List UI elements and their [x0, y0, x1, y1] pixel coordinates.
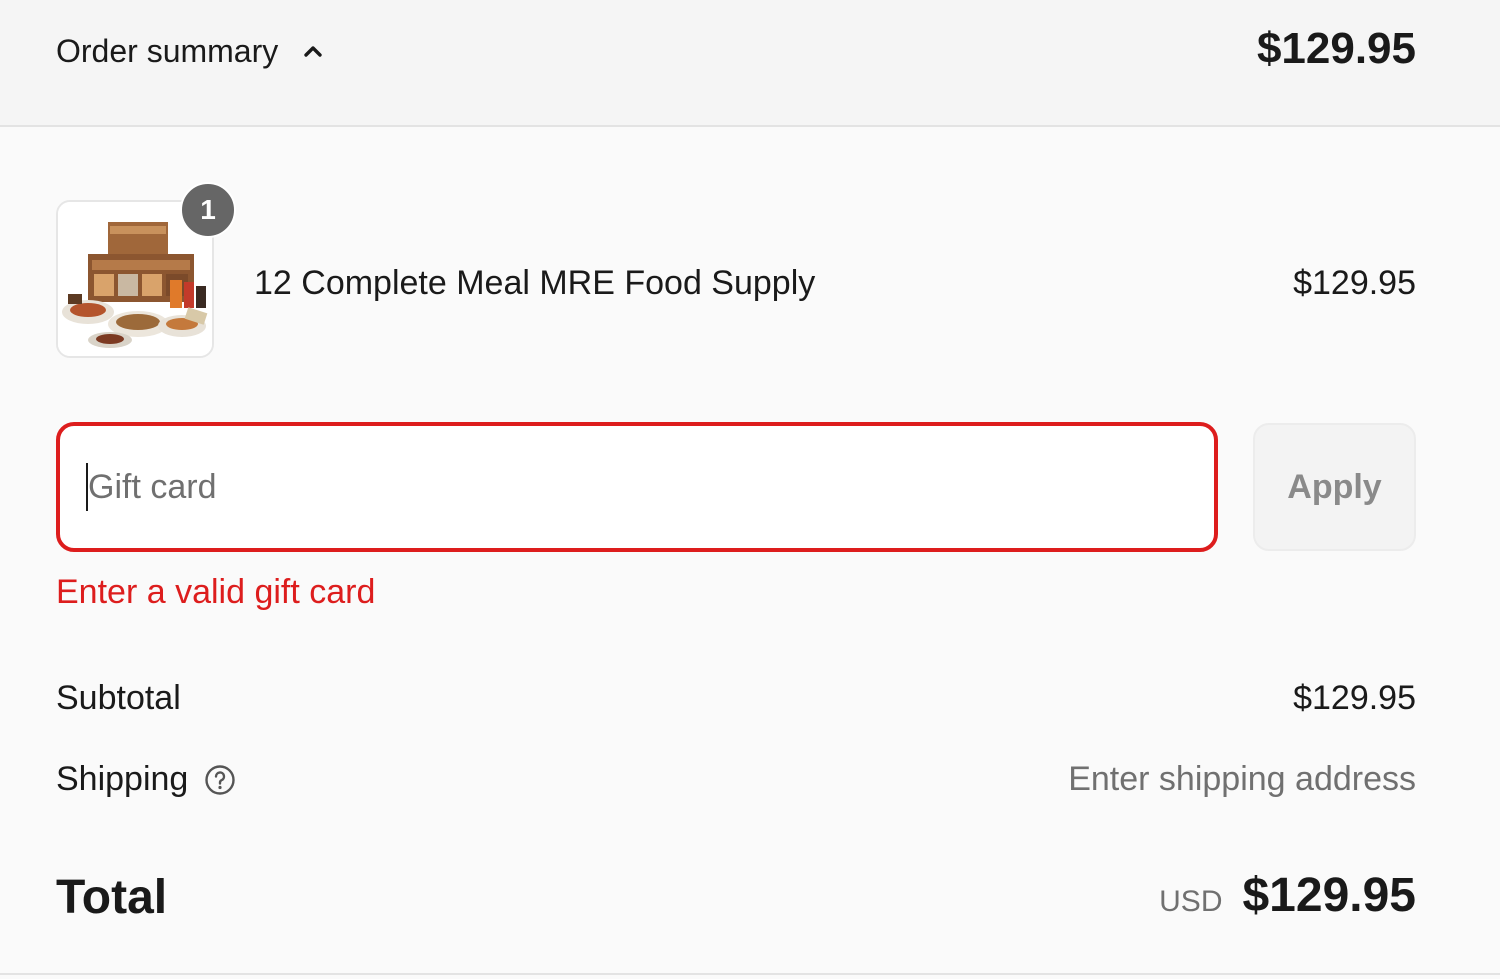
order-summary-label: Order summary	[56, 32, 279, 69]
text-caret	[86, 463, 88, 511]
subtotal-value: $129.95	[1293, 679, 1416, 717]
shipping-label: Shipping	[56, 760, 189, 798]
shipping-value: Enter shipping address	[1068, 760, 1416, 798]
help-circle-icon[interactable]	[204, 764, 236, 796]
divider	[0, 973, 1500, 975]
product-name: 12 Complete Meal MRE Food Supply	[254, 264, 816, 302]
line-item: 1 12 Complete Meal MRE Food Supply $129.…	[56, 182, 1416, 362]
currency-code: USD	[1159, 885, 1223, 918]
shipping-row-label: Shipping	[56, 760, 236, 799]
subtotal-label: Subtotal	[56, 679, 181, 717]
total-amount-group: USD $129.95	[1159, 868, 1416, 923]
total-value: $129.95	[1242, 869, 1416, 922]
order-summary-toggle[interactable]: Order summary	[56, 28, 326, 74]
quantity-badge: 1	[180, 182, 236, 238]
chevron-up-icon	[304, 46, 322, 57]
header-total-price: $129.95	[1256, 24, 1416, 73]
gift-card-input[interactable]	[56, 422, 1218, 552]
apply-button[interactable]: Apply	[1253, 423, 1416, 551]
gift-card-error: Enter a valid gift card	[56, 573, 376, 611]
order-summary-header: Order summary $129.95	[0, 0, 1500, 127]
product-price: $129.95	[1293, 264, 1416, 302]
total-label: Total	[56, 871, 168, 924]
